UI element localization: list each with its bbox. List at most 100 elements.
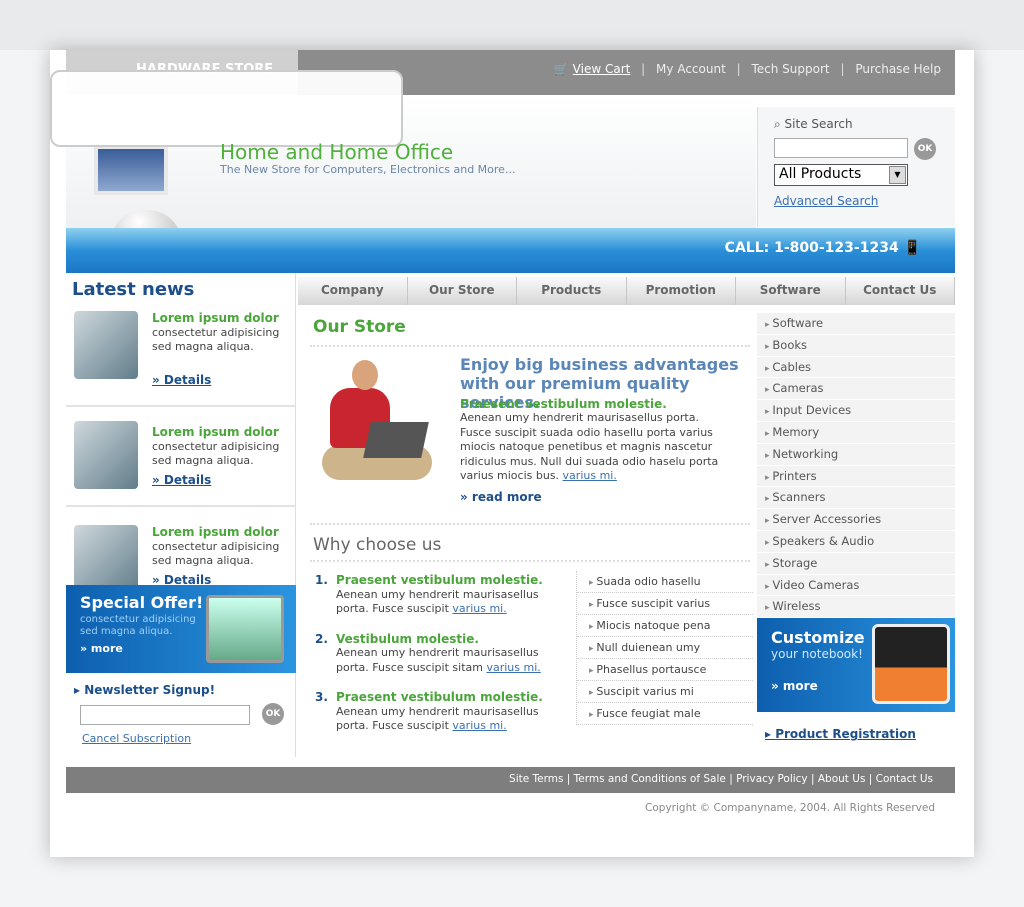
item-link[interactable]: varius mi. — [452, 602, 506, 615]
subheadline: Praesent vestibulum molestie. — [460, 397, 667, 411]
footer-site-terms[interactable]: Site Terms — [509, 773, 563, 785]
nav-software[interactable]: Software — [736, 277, 846, 305]
category-cameras[interactable]: Cameras — [757, 378, 955, 401]
item-number: 3. — [315, 690, 328, 704]
news-thumbnail — [74, 311, 138, 379]
news-body: consectetur adipisicing sed magna aliqua… — [152, 540, 280, 567]
category-books[interactable]: Books — [757, 334, 955, 357]
news-item: Lorem ipsum dolor consectetur adipisicin… — [66, 311, 296, 407]
nav-contact-us[interactable]: Contact Us — [846, 277, 955, 305]
phone-band: CALL: 1-800-123-1234 📱 — [66, 228, 955, 273]
item-number: 2. — [315, 631, 328, 646]
purchase-help-link[interactable]: Purchase Help — [855, 62, 941, 76]
item-body: Aenean umy hendrerit maurisasellus porta… — [336, 704, 539, 733]
newsletter-email-input[interactable] — [80, 705, 250, 725]
my-account-link[interactable]: My Account — [656, 62, 726, 76]
bullet-item[interactable]: Suada odio hasellu — [577, 571, 753, 593]
item-title: Praesent vestibulum molestie. — [336, 573, 543, 587]
divider — [310, 560, 750, 562]
category-memory[interactable]: Memory — [757, 421, 955, 444]
product-registration-link[interactable]: ▸ Product Registration — [765, 727, 916, 741]
category-wireless[interactable]: Wireless — [757, 596, 955, 619]
bullet-item[interactable]: Phasellus portausce — [577, 659, 753, 681]
main-nav: Company Our Store Products Promotion Sof… — [298, 277, 955, 305]
category-speakers-audio[interactable]: Speakers & Audio — [757, 530, 955, 553]
item-link[interactable]: varius mi. — [452, 719, 506, 732]
cancel-subscription-link[interactable]: Cancel Subscription — [82, 732, 191, 745]
item-link[interactable]: varius mi. — [486, 661, 540, 674]
category-video-cameras[interactable]: Video Cameras — [757, 574, 955, 597]
main-content: Our Store Enjoy big business advantages … — [310, 305, 755, 757]
footer-privacy[interactable]: Privacy Policy — [736, 773, 808, 785]
bullet-item[interactable]: Fusce suscipit varius — [577, 593, 753, 615]
latest-news-title: Latest news — [72, 279, 195, 300]
category-networking[interactable]: Networking — [757, 443, 955, 466]
search-ok-button[interactable]: OK — [914, 138, 936, 160]
header-subtitle: The New Store for Computers, Electronics… — [220, 163, 516, 176]
item-body: Aenean umy hendrerit maurisasellus porta… — [336, 587, 539, 616]
footer-contact[interactable]: Contact Us — [876, 773, 933, 785]
details-link[interactable]: » Details — [152, 373, 211, 387]
category-selected: All Products — [779, 166, 862, 182]
notebook-image — [872, 624, 950, 704]
separator: | — [840, 62, 845, 76]
nav-products[interactable]: Products — [517, 277, 627, 305]
product-registration-label: Product Registration — [775, 727, 916, 741]
newsletter-ok-button[interactable]: OK — [262, 703, 284, 725]
news-body: consectetur adipisicing sed magna aliqua… — [152, 326, 280, 353]
separator: | — [641, 62, 646, 76]
divider — [310, 345, 750, 347]
category-server-accessories[interactable]: Server Accessories — [757, 509, 955, 531]
category-list: Software Books Cables Cameras Input Devi… — [757, 313, 955, 619]
footer-terms-sale[interactable]: Terms and Conditions of Sale — [574, 773, 726, 785]
special-offer-banner[interactable]: Special Offer! consectetur adipisicing s… — [66, 585, 296, 673]
bullet-item[interactable]: Miocis natoque pena — [577, 615, 753, 637]
details-link[interactable]: » Details — [152, 473, 211, 487]
monitor-image — [94, 145, 168, 195]
tech-support-link[interactable]: Tech Support — [751, 62, 829, 76]
intro-body: Aenean umy hendrerit maurisasellus porta… — [460, 411, 720, 484]
bullet-list: Suada odio hasellu Fusce suscipit varius… — [576, 571, 753, 725]
news-title: Lorem ipsum dolor — [152, 525, 279, 539]
category-storage[interactable]: Storage — [757, 552, 955, 575]
bullet-item[interactable]: Suscipit varius mi — [577, 681, 753, 703]
view-cart-link[interactable]: View Cart — [573, 62, 631, 76]
why-choose-title: Why choose us — [313, 535, 442, 555]
why-item: 1. Praesent vestibulum molestie. Aenean um… — [315, 573, 570, 617]
newsletter-label: Newsletter Signup! — [84, 683, 216, 697]
nav-promotion[interactable]: Promotion — [627, 277, 736, 305]
news-body: consectetur adipisicing sed magna aliqua… — [152, 440, 280, 467]
bullet-item[interactable]: Fusce feugiat male — [577, 703, 753, 725]
background-blur — [0, 0, 1024, 50]
category-scanners[interactable]: Scanners — [757, 487, 955, 510]
category-cables[interactable]: Cables — [757, 356, 955, 379]
category-software[interactable]: Software — [757, 313, 955, 335]
varius-link[interactable]: varius mi. — [563, 469, 617, 482]
offer-body: consectetur adipisicing sed magna aliqua… — [80, 614, 196, 637]
separator: | — [736, 62, 741, 76]
customize-banner[interactable]: Customize your notebook! » more — [757, 618, 955, 712]
category-printers[interactable]: Printers — [757, 465, 955, 488]
read-more-link[interactable]: » read more — [460, 490, 542, 504]
footer-about[interactable]: About Us — [818, 773, 866, 785]
advanced-search-link[interactable]: Advanced Search — [774, 194, 939, 208]
our-store-title: Our Store — [313, 317, 406, 337]
news-title: Lorem ipsum dolor — [152, 425, 279, 439]
news-title: Lorem ipsum dolor — [152, 311, 279, 325]
header-title: Home and Home Office — [220, 140, 454, 164]
bullet-item[interactable]: Null duienean umy — [577, 637, 753, 659]
nav-company[interactable]: Company — [298, 277, 408, 305]
cart-icon: 🛒 — [553, 62, 573, 76]
page-panel: HARDWARE STORE 🛒 View Cart | My Account … — [50, 50, 974, 857]
nav-our-store[interactable]: Our Store — [408, 277, 517, 305]
phone-number: CALL: 1-800-123-1234 — [724, 240, 899, 256]
item-number: 1. — [315, 573, 328, 587]
left-column: Latest news Lorem ipsum dolor consectetu… — [66, 273, 296, 757]
category-select[interactable]: All Products ▼ — [774, 164, 908, 186]
footer-bar: Site Terms | Terms and Conditions of Sal… — [66, 767, 955, 793]
laptop-image — [206, 595, 284, 663]
category-input-devices[interactable]: Input Devices — [757, 400, 955, 422]
news-thumbnail — [74, 525, 138, 593]
search-input[interactable] — [774, 138, 908, 158]
divider — [310, 523, 750, 525]
